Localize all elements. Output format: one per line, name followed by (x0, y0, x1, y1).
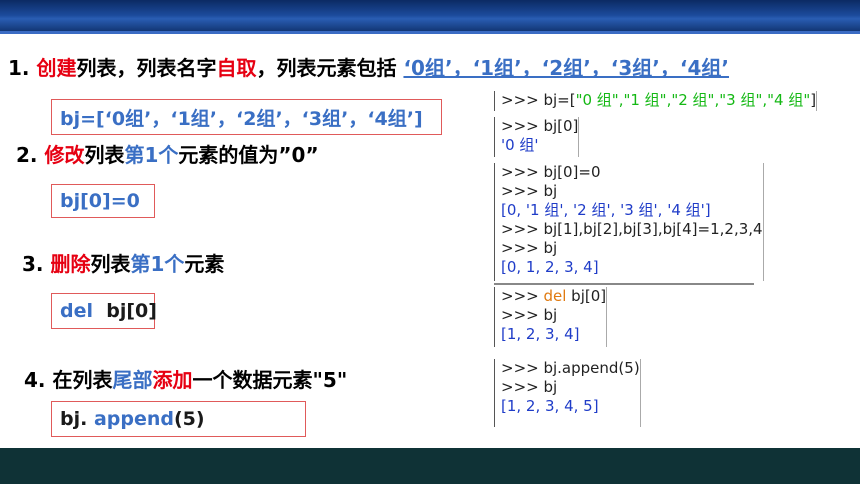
step1-code-box: bj=[‘0组’，‘1组’，‘2组’，‘3组’，‘4组’] (51, 99, 442, 135)
step2-number: 2. (16, 143, 45, 167)
console-line: >>> bj.append(5) (501, 359, 640, 377)
console-block-modify: >>> bj[0]=0 >>> bj [0, '1 组', '2 组', '3 … (494, 163, 764, 281)
step4-highlight-tail: 尾部 (112, 368, 153, 392)
step4-highlight-add: 添加 (152, 368, 193, 392)
footer-bar (0, 448, 860, 484)
step4-text: 在列表 (52, 368, 113, 392)
console-output: [1, 2, 3, 4, 5] (501, 397, 599, 415)
step4-code-box: bj. append (5) (51, 401, 306, 437)
console-block-append: >>> bj.append(5) >>> bj [1, 2, 3, 4, 5] (494, 359, 641, 427)
console-output: [0, '1 组', '2 组', '3 组', '4 组'] (501, 201, 711, 219)
console-strings: "0 组","1 组","2 组","3 组","4 组" (575, 91, 811, 109)
console-block-index: >>> bj[0] '0 组' (494, 117, 580, 157)
step4-code-keyword: append (93, 408, 174, 430)
console-block-create: >>> bj=["0 组","1 组","2 组","3 组","4 组"] (494, 91, 818, 111)
console-prompt: >>> (501, 287, 544, 305)
step1-elements: ‘0组’，‘1组’，‘2组’，‘3组’，‘4组’ (403, 56, 730, 80)
console-rest: bj[0] (566, 287, 607, 305)
console-line: >>> bj[1],bj[2],bj[3],bj[4]=1,2,3,4 (501, 220, 763, 238)
step2-heading: 2. 修改列表第1个元素的值为”0” (16, 143, 319, 167)
step3-text: 列表 (90, 252, 131, 276)
step4-heading: 4. 在列表尾部添加一个数据元素"5" (24, 368, 347, 392)
step4-text-2: 一个数据元素"5" (192, 368, 348, 392)
step4-code-prefix: bj. (60, 408, 94, 430)
console-line: >>> bj (501, 306, 558, 324)
step2-highlight-modify: 修改 (44, 143, 85, 167)
step3-text-2: 元素 (184, 252, 225, 276)
step2-code-box: bj[0]=0 (51, 184, 155, 218)
step1-text: 列表，列表名字 (76, 56, 217, 80)
console-separator (494, 283, 754, 285)
console-output: [1, 2, 3, 4] (501, 325, 580, 343)
console-line: >>> bj[0]=0 (501, 163, 601, 181)
step3-code-rest: bj[0] (93, 300, 157, 322)
console-line: >>> bj=["0 组","1 组","2 组","3 组","4 组"] (501, 91, 816, 110)
step1-highlight-self: 自取 (216, 56, 257, 80)
console-output: '0 组' (501, 136, 539, 154)
step3-highlight-first: 第1个 (130, 252, 185, 276)
console-prompt: >>> bj=[ (501, 91, 576, 109)
step2-highlight-first: 第1个 (124, 143, 179, 167)
console-output: [0, 1, 2, 3, 4] (501, 258, 599, 276)
step3-code-keyword: del (60, 300, 93, 322)
console-keyword-del: del (543, 287, 567, 305)
step4-code-suffix: (5) (174, 408, 205, 430)
step2-text: 列表 (84, 143, 125, 167)
console-line: >>> bj (501, 182, 558, 200)
console-line: >>> bj (501, 239, 558, 257)
step3-heading: 3. 删除列表第1个元素 (22, 252, 224, 276)
step3-number: 3. (22, 252, 51, 276)
step1-code: bj=[‘0组’，‘1组’，‘2组’，‘3组’，‘4组’] (60, 107, 423, 130)
console-line: >>> bj[0] (501, 117, 579, 135)
step4-number: 4. (24, 368, 53, 392)
step3-highlight-delete: 删除 (50, 252, 91, 276)
console-block-delete: >>> del bj[0] >>> bj [1, 2, 3, 4] (494, 287, 608, 347)
python-console: >>> bj=["0 组","1 组","2 组","3 组","4 组"] >… (494, 91, 818, 427)
step1-number: 1. (8, 56, 37, 80)
step3-code-box: del bj[0] (51, 293, 157, 329)
console-close: ] (810, 91, 817, 109)
step1-heading: 1. 创建列表，列表名字自取，列表元素包括 ‘0组’，‘1组’，‘2组’，‘3组… (8, 56, 729, 80)
step1-highlight-create: 创建 (36, 56, 77, 80)
console-line: >>> del bj[0] (501, 287, 606, 306)
step2-text-2: 元素的值为”0” (178, 143, 319, 167)
title-bar (0, 0, 860, 34)
step1-text-2: ，列表元素包括 (256, 56, 404, 80)
console-line: >>> bj (501, 378, 558, 396)
step2-code: bj[0]=0 (60, 190, 140, 212)
